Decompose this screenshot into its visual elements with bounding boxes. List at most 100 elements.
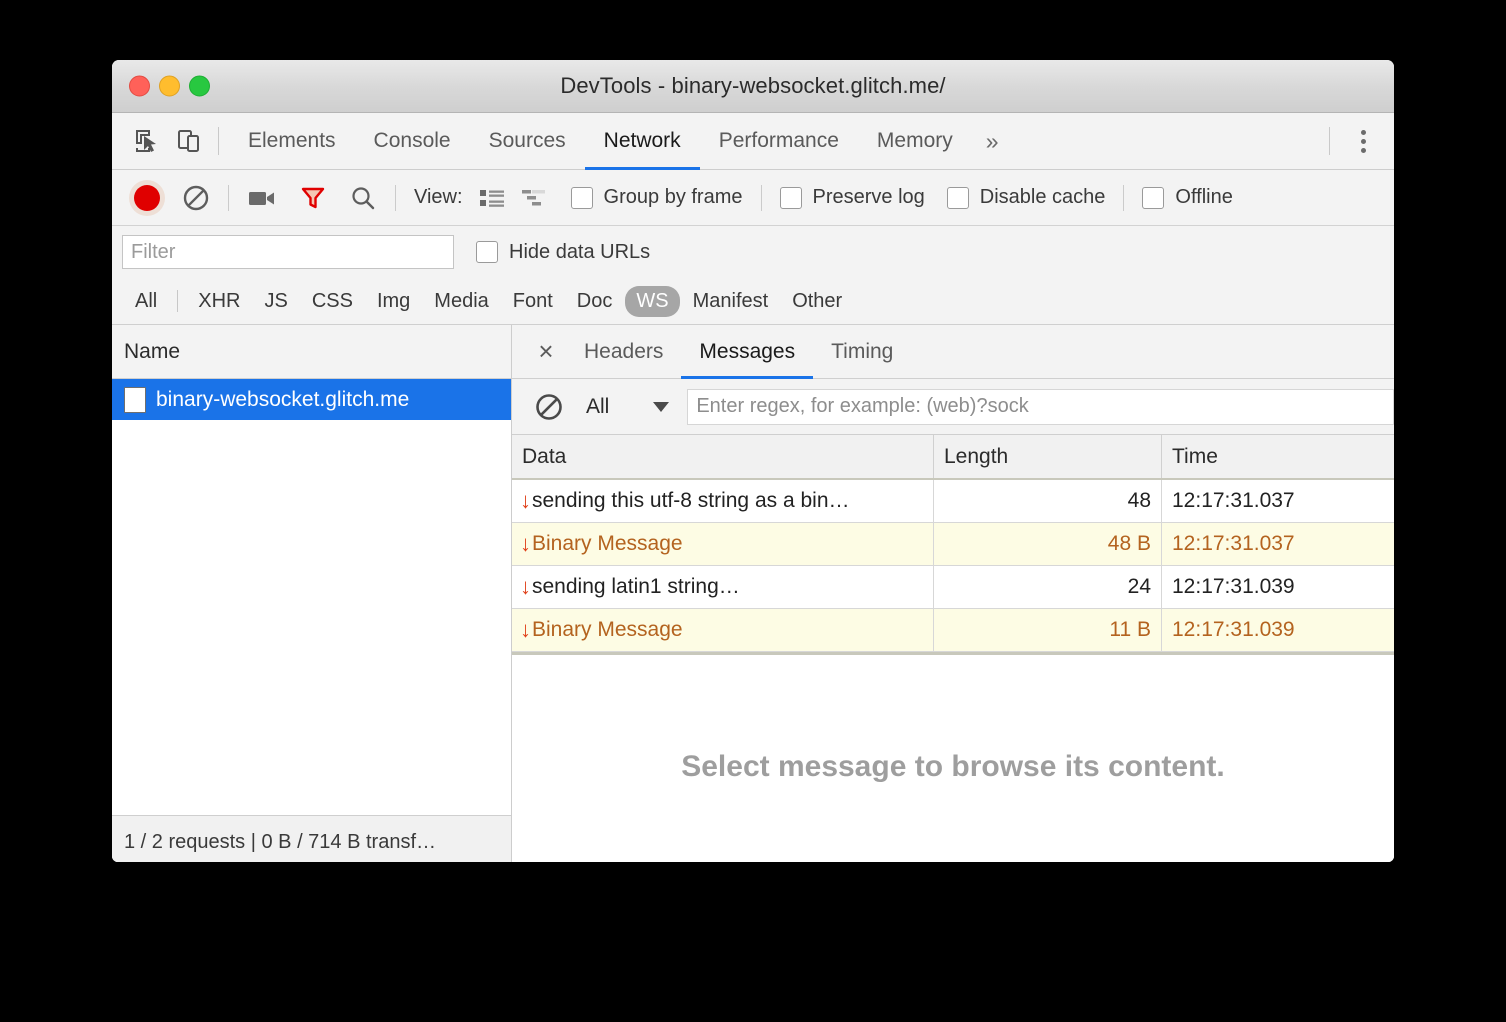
record-button-icon[interactable] (134, 185, 160, 211)
hide-data-urls-label: Hide data URLs (509, 241, 650, 264)
screenshot-root: DevTools - binary-websocket.glitch.me/ (0, 0, 1506, 1022)
group-by-frame-checkbox-box[interactable] (571, 187, 593, 209)
detail-tabs: × Headers Messages Timing (512, 325, 1394, 379)
column-header-time[interactable]: Time (1162, 435, 1394, 478)
type-filter-manifest[interactable]: Manifest (682, 286, 780, 317)
kebab-menu-icon[interactable] (1348, 130, 1378, 153)
preserve-log-checkbox[interactable]: Preserve log (780, 186, 925, 209)
hide-data-urls-checkbox-box[interactable] (476, 241, 498, 263)
type-filter-other[interactable]: Other (781, 286, 853, 317)
tab-network[interactable]: Network (585, 113, 700, 169)
disable-cache-checkbox[interactable]: Disable cache (947, 186, 1106, 209)
tab-timing[interactable]: Timing (813, 325, 911, 378)
group-by-frame-label: Group by frame (604, 186, 743, 209)
type-filter-js[interactable]: JS (253, 286, 298, 317)
minimize-window-button[interactable] (159, 76, 180, 97)
chevron-down-icon[interactable] (653, 402, 669, 412)
arrow-down-icon: ↓ (520, 576, 531, 598)
clear-icon[interactable] (182, 184, 210, 212)
type-filter-doc[interactable]: Doc (566, 286, 624, 317)
tab-sources[interactable]: Sources (470, 113, 585, 169)
preserve-log-checkbox-box[interactable] (780, 187, 802, 209)
window-title: DevTools - binary-websocket.glitch.me/ (560, 73, 945, 99)
type-filter-all[interactable]: All (124, 286, 168, 317)
view-label: View: (414, 186, 463, 209)
message-time-cell: 12:17:31.037 (1162, 480, 1394, 522)
message-type-select-value[interactable]: All (586, 395, 609, 419)
type-filter-media[interactable]: Media (423, 286, 499, 317)
window-traffic-lights (129, 76, 210, 97)
table-row[interactable]: ↓ sending this utf-8 string as a bin… 48… (512, 480, 1394, 523)
messages-table: Data Length Time ↓ sending this utf-8 st… (512, 435, 1394, 655)
empty-state-text: Select message to browse its content. (681, 750, 1225, 784)
offline-label: Offline (1175, 186, 1232, 209)
column-header-data[interactable]: Data (512, 435, 934, 478)
filter-input[interactable] (122, 235, 454, 269)
tab-memory[interactable]: Memory (858, 113, 972, 169)
requests-column-header: Name (112, 325, 511, 379)
table-row[interactable]: ↓ Binary Message 11 B 12:17:31.039 (512, 609, 1394, 652)
message-length-cell: 24 (934, 566, 1162, 608)
network-toolbar: View: (112, 170, 1394, 226)
tabstrip-right-controls (1329, 113, 1394, 169)
disable-cache-label: Disable cache (980, 186, 1106, 209)
disable-cache-checkbox-box[interactable] (947, 187, 969, 209)
devtools-tool-icons (112, 113, 218, 169)
type-filter-ws[interactable]: WS (625, 286, 679, 317)
inspect-element-icon[interactable] (134, 128, 160, 154)
filter-funnel-icon[interactable] (299, 184, 327, 212)
arrow-down-icon: ↓ (520, 619, 531, 641)
message-data-text: sending latin1 string… (532, 575, 740, 599)
message-data-cell: ↓ sending latin1 string… (512, 566, 934, 608)
devtools-panel-tabs: Elements Console Sources Network Perform… (229, 113, 1329, 169)
offline-checkbox[interactable]: Offline (1142, 186, 1232, 209)
network-filter-bar: Hide data URLs (112, 226, 1394, 278)
devtools-tabstrip: Elements Console Sources Network Perform… (112, 113, 1394, 170)
message-data-cell: ↓ sending this utf-8 string as a bin… (512, 480, 934, 522)
hide-data-urls-checkbox[interactable]: Hide data URLs (476, 241, 650, 264)
close-icon[interactable]: × (526, 325, 566, 378)
message-time-cell: 12:17:31.039 (1162, 566, 1394, 608)
tab-messages[interactable]: Messages (681, 325, 813, 378)
table-row[interactable]: ↓ sending latin1 string… 24 12:17:31.039 (512, 566, 1394, 609)
arrow-down-icon: ↓ (520, 490, 531, 512)
clear-filter-icon[interactable] (534, 392, 564, 422)
message-time-cell: 12:17:31.037 (1162, 523, 1394, 565)
column-header-length[interactable]: Length (934, 435, 1162, 478)
devtools-window: DevTools - binary-websocket.glitch.me/ (112, 60, 1394, 862)
tab-performance[interactable]: Performance (700, 113, 858, 169)
more-tabs-icon[interactable]: » (972, 113, 1013, 169)
capture-screenshots-icon[interactable] (247, 186, 277, 210)
close-window-button[interactable] (129, 76, 150, 97)
group-by-frame-checkbox[interactable]: Group by frame (571, 186, 743, 209)
network-status-bar: 1 / 2 requests | 0 B / 714 B transf… (112, 815, 511, 862)
requests-list-empty-area (112, 420, 511, 815)
type-filter-font[interactable]: Font (502, 286, 564, 317)
tab-console[interactable]: Console (355, 113, 470, 169)
tab-elements[interactable]: Elements (229, 113, 355, 169)
device-toolbar-icon[interactable] (176, 128, 202, 154)
offline-checkbox-box[interactable] (1142, 187, 1164, 209)
search-icon[interactable] (349, 184, 377, 212)
type-filter-xhr[interactable]: XHR (187, 286, 251, 317)
type-filter-css[interactable]: CSS (301, 286, 364, 317)
message-data-text: Binary Message (532, 532, 683, 556)
tab-headers[interactable]: Headers (566, 325, 681, 378)
detail-pane: × Headers Messages Timing All (512, 325, 1394, 862)
requests-pane: Name binary-websocket.glitch.me 1 / 2 re… (112, 325, 512, 862)
table-row[interactable]: ↓ Binary Message 48 B 12:17:31.037 (512, 523, 1394, 566)
request-name: binary-websocket.glitch.me (156, 388, 409, 412)
message-data-cell: ↓ Binary Message (512, 523, 934, 565)
maximize-window-button[interactable] (189, 76, 210, 97)
message-preview-empty-state: Select message to browse its content. (512, 655, 1394, 862)
messages-filter-bar: All (512, 379, 1394, 435)
tabstrip-right-divider (1329, 127, 1330, 155)
type-filter-img[interactable]: Img (366, 286, 421, 317)
network-body: Name binary-websocket.glitch.me 1 / 2 re… (112, 325, 1394, 862)
message-regex-input[interactable] (687, 389, 1394, 425)
list-view-icon[interactable] (479, 187, 505, 209)
waterfall-view-icon[interactable] (521, 187, 549, 209)
request-row[interactable]: binary-websocket.glitch.me (112, 379, 511, 420)
message-length-cell: 11 B (934, 609, 1162, 651)
tabstrip-divider (218, 127, 219, 155)
